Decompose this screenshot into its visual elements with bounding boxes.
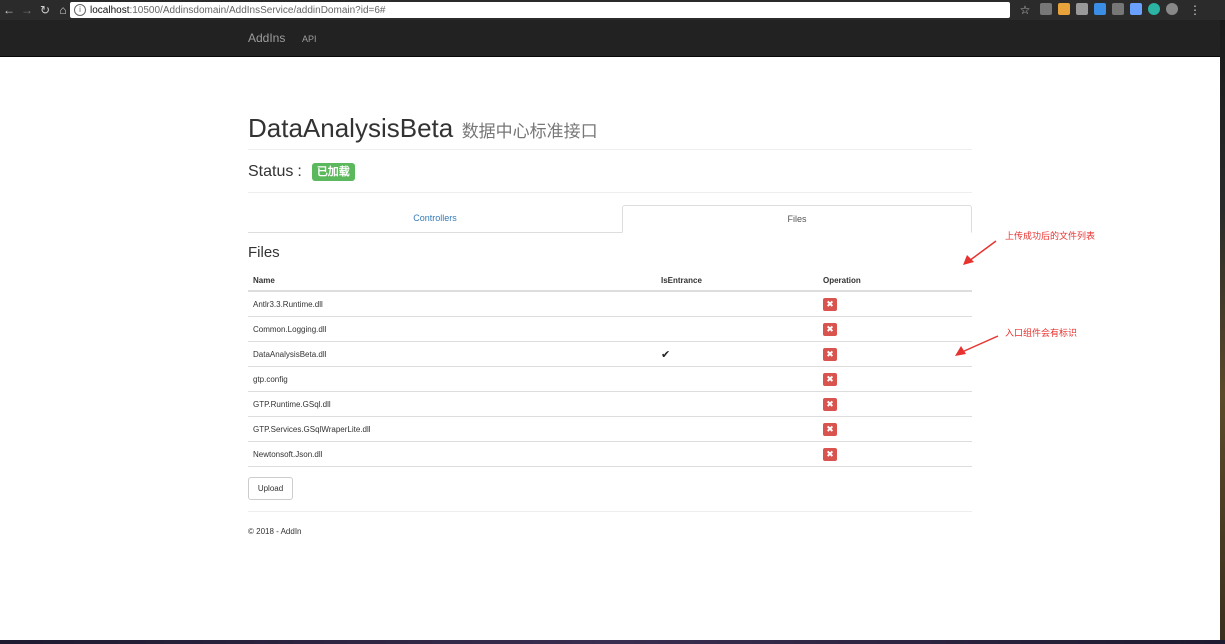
brand-link[interactable]: AddIns <box>248 31 285 45</box>
tab-files[interactable]: Files <box>622 205 972 233</box>
delete-button[interactable]: ✖ <box>823 322 837 336</box>
table-row: GTP.Runtime.GSql.dll ✖ <box>248 391 972 417</box>
column-header-isentrance: IsEntrance <box>656 270 818 292</box>
app-navbar: AddIns API <box>0 20 1225 57</box>
extension-icon[interactable] <box>1058 3 1070 15</box>
column-header-name: Name <box>248 270 656 292</box>
page-title: DataAnalysisBeta 数据中心标准接口 <box>248 113 598 144</box>
column-header-operation: Operation <box>818 270 972 292</box>
file-name: GTP.Services.GSqlWraperLite.dll <box>248 416 656 442</box>
entrance-cell <box>656 366 818 392</box>
delete-button[interactable]: ✖ <box>823 297 837 311</box>
background-strip <box>1220 20 1225 644</box>
entrance-cell <box>656 391 818 417</box>
background-strip <box>0 640 1225 644</box>
more-icon[interactable]: ⋮ <box>1186 0 1204 20</box>
file-name: Antlr3.3.Runtime.dll <box>248 291 656 317</box>
entrance-cell <box>656 291 818 317</box>
table-header-row: Name IsEntrance Operation <box>248 270 972 292</box>
operation-cell: ✖ <box>818 416 972 442</box>
file-name: gtp.config <box>248 366 656 392</box>
extension-icon[interactable] <box>1094 3 1106 15</box>
files-heading: Files <box>248 244 280 261</box>
divider <box>248 192 972 193</box>
table-row: Newtonsoft.Json.dll ✖ <box>248 441 972 467</box>
extension-icon[interactable] <box>1148 3 1160 15</box>
table-row: DataAnalysisBeta.dll ✔ ✖ <box>248 341 972 367</box>
operation-cell: ✖ <box>818 341 972 367</box>
reload-icon[interactable]: ↻ <box>36 0 54 20</box>
upload-button[interactable]: Upload <box>248 477 293 500</box>
table-row: Common.Logging.dll ✖ <box>248 316 972 342</box>
delete-button[interactable]: ✖ <box>823 397 837 411</box>
status-row: Status : 已加载 <box>248 163 355 181</box>
arrow-icon <box>955 335 999 356</box>
annotation-entrance: 入口组件会有标识 <box>1005 328 1078 338</box>
table-row: GTP.Services.GSqlWraperLite.dll ✖ <box>248 416 972 442</box>
entrance-cell <box>656 441 818 467</box>
arrow-right-icon[interactable]: → <box>18 0 36 20</box>
tab-bar: Controllers Files <box>248 205 972 233</box>
extension-icon[interactable] <box>1166 3 1178 15</box>
star-icon[interactable]: ☆ <box>1016 0 1034 20</box>
operation-cell: ✖ <box>818 391 972 417</box>
addin-name: DataAnalysisBeta <box>248 113 454 143</box>
operation-cell: ✖ <box>818 441 972 467</box>
delete-button[interactable]: ✖ <box>823 447 837 461</box>
file-name: GTP.Runtime.GSql.dll <box>248 391 656 417</box>
table-row: Antlr3.3.Runtime.dll ✖ <box>248 291 972 317</box>
address-bar[interactable]: i localhost:10500/Addinsdomain/AddInsSer… <box>70 2 1010 18</box>
delete-button[interactable]: ✖ <box>823 347 837 361</box>
status-separator: : <box>297 163 302 180</box>
entrance-cell: ✔ <box>656 341 818 367</box>
info-icon[interactable]: i <box>74 4 86 16</box>
arrow-icon <box>963 240 997 265</box>
footer-copyright: © 2018 - AddIn <box>248 527 302 536</box>
extension-icon[interactable] <box>1076 3 1088 15</box>
entrance-cell <box>656 416 818 442</box>
browser-toolbar: ← → ↻ ⌂ i localhost:10500/Addinsdomain/A… <box>0 0 1225 20</box>
extension-icon[interactable] <box>1112 3 1124 15</box>
url-path: :10500/Addinsdomain/AddInsService/addinD… <box>129 4 386 16</box>
file-name: DataAnalysisBeta.dll <box>248 341 656 367</box>
annotation-files-list: 上传成功后的文件列表 <box>1005 231 1096 241</box>
tab-controllers[interactable]: Controllers <box>248 205 622 231</box>
arrow-left-icon[interactable]: ← <box>0 0 18 20</box>
extension-icon[interactable] <box>1130 3 1142 15</box>
delete-button[interactable]: ✖ <box>823 372 837 386</box>
status-badge: 已加载 <box>311 163 355 181</box>
delete-button[interactable]: ✖ <box>823 422 837 436</box>
status-label: Status <box>248 163 294 180</box>
operation-cell: ✖ <box>818 366 972 392</box>
nav-link-api[interactable]: API <box>302 34 317 44</box>
file-name: Newtonsoft.Json.dll <box>248 441 656 467</box>
files-table: Name IsEntrance Operation Antlr3.3.Runti… <box>248 270 972 467</box>
operation-cell: ✖ <box>818 291 972 317</box>
addin-description: 数据中心标准接口 <box>461 122 598 141</box>
extension-icon[interactable] <box>1040 3 1052 15</box>
file-name: Common.Logging.dll <box>248 316 656 342</box>
entrance-cell <box>656 316 818 342</box>
url-host: localhost <box>90 4 130 16</box>
divider <box>248 511 972 512</box>
operation-cell: ✖ <box>818 316 972 342</box>
divider <box>248 149 972 150</box>
table-row: gtp.config ✖ <box>248 366 972 392</box>
check-icon: ✔ <box>661 348 671 361</box>
